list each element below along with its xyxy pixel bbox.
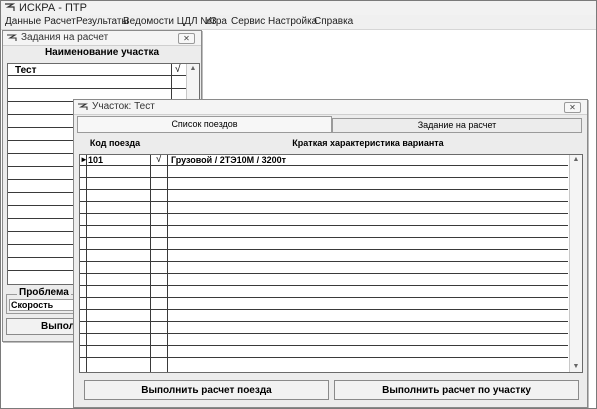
run-section-calc-button[interactable]: Выполнить расчет по участку	[334, 380, 579, 400]
close-icon[interactable]: ✕	[564, 102, 581, 113]
app-title: ИСКРА - ПТР	[19, 2, 87, 14]
row-pointer-icon: ►	[80, 155, 88, 164]
check-icon: √	[156, 154, 162, 165]
tasks-table-header: Наименование участка	[44, 47, 160, 58]
train-code: 101	[88, 155, 104, 165]
menu-data[interactable]: Данные	[5, 16, 41, 27]
tasks-window-title: Задания на расчет	[21, 32, 109, 43]
app-title-bar: ИСКРА - ПТР	[1, 1, 596, 15]
problem-label: Проблема	[17, 287, 71, 298]
tab-calc-task[interactable]: Задание на расчет	[332, 118, 582, 133]
column-header-description: Краткая характеристика варианта	[292, 138, 444, 148]
trains-scrollbar[interactable]: ▲ ▼	[569, 155, 582, 372]
column-header-code: Код поезда	[89, 138, 141, 148]
menu-service[interactable]: Сервис	[231, 16, 265, 27]
menu-bar: Данные Расчет Результаты Ведомости ЦДЛ №…	[1, 15, 596, 30]
scroll-up-icon[interactable]: ▲	[187, 64, 199, 74]
section-window-title: Участок: Тест	[92, 101, 155, 112]
check-icon: √	[175, 64, 181, 75]
menu-settings[interactable]: Настройка	[268, 16, 317, 27]
train-description: Грузовой / 2ТЭ10М / 3200т	[171, 155, 287, 165]
trains-grid: ► 101 √ Грузовой / 2ТЭ10М / 3200т ▲ ▼	[79, 154, 583, 373]
menu-results[interactable]: Результаты	[76, 16, 129, 27]
section-window: Участок: Тест ✕ Список поездов Задание н…	[73, 99, 588, 408]
run-train-calc-button[interactable]: Выполнить расчет поезда	[84, 380, 329, 400]
app-icon	[5, 3, 15, 11]
close-icon[interactable]: ✕	[178, 33, 195, 44]
tasks-window-title-bar[interactable]: Задания на расчет ✕	[3, 31, 201, 46]
window-icon	[7, 34, 17, 41]
scroll-down-icon[interactable]: ▼	[570, 362, 582, 372]
tab-train-list[interactable]: Список поездов	[77, 116, 332, 132]
table-header: Код поезда Краткая характеристика вариан…	[80, 135, 580, 152]
app-window: ИСКРА - ПТР Данные Расчет Результаты Вед…	[0, 0, 597, 409]
menu-calc[interactable]: Расчет	[44, 16, 76, 27]
menu-help[interactable]: Справка	[314, 16, 353, 27]
menu-reports[interactable]: Ведомости ЦДЛ №3	[123, 16, 217, 27]
window-icon	[78, 103, 88, 110]
section-window-title-bar[interactable]: Участок: Тест ✕	[74, 100, 587, 115]
scroll-up-icon[interactable]: ▲	[570, 155, 582, 165]
menu-game[interactable]: Игра	[205, 16, 227, 27]
